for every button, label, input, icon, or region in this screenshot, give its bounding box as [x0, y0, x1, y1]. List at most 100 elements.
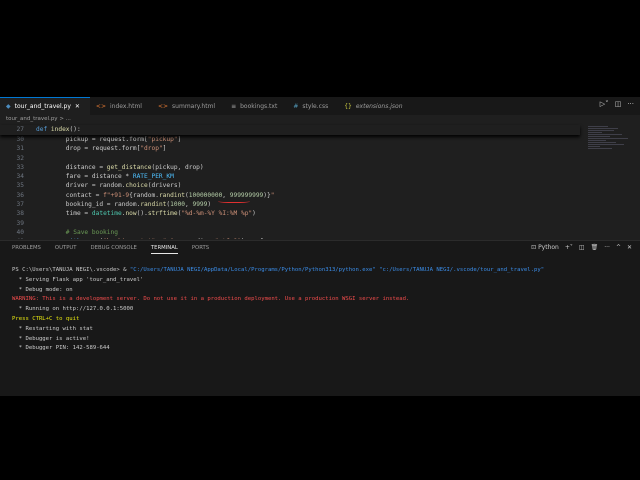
code-token: time = — [36, 210, 92, 218]
tab-extensions-json[interactable]: {} extensions.json — [338, 97, 412, 115]
trash-icon[interactable]: 🗑 — [591, 244, 599, 251]
code-token: ) as f: — [241, 237, 267, 239]
code-token: " — [270, 191, 275, 199]
code-token: 1000 — [170, 201, 186, 209]
code-token: drop = request.form[ — [36, 145, 141, 153]
code-token: randint — [140, 201, 167, 209]
code-token: fare = distance * — [36, 173, 133, 181]
more-icon[interactable]: ··· — [627, 100, 634, 108]
code-line: 37 booking_id = random. randint(1000, 999… — [0, 200, 580, 209]
code-token: distance = — [36, 163, 107, 171]
text-file-icon: ≡ — [231, 102, 237, 110]
terminal-line: * Serving Flask app 'tour_and_travel' — [12, 276, 544, 286]
code-token: pickup = request.form[ — [36, 136, 148, 143]
terminal-text: * Serving Flask app 'tour_and_travel' — [12, 276, 144, 283]
more-icon[interactable]: ··· — [604, 244, 610, 251]
split-terminal-icon[interactable]: ◫ — [579, 244, 585, 251]
code-token: 9999 — [192, 201, 208, 209]
terminal-text: PS C:\Users\TANUJA NEGI\.vscode> & — [12, 267, 130, 273]
terminal-text: * Debugger PIN: 142-589-644 — [12, 345, 110, 352]
split-editor-icon[interactable]: ◫ — [615, 100, 622, 108]
tab-label: tour_and_travel.py — [14, 103, 71, 110]
panel-tab-terminal[interactable]: TERMINAL — [150, 245, 178, 254]
code-line: 34 fare = distance * RATE_PER_KM — [0, 172, 580, 181]
terminal-profile-label: Python — [538, 244, 559, 251]
breadcrumb[interactable]: tour_and_travel.py > ... — [6, 116, 71, 122]
code-token: "%d-%m-%Y %I:%M %p" — [181, 210, 253, 218]
panel-tabs: PROBLEMS OUTPUT DEBUG CONSOLE TERMINAL PORTS — [12, 245, 209, 254]
line-number: 35 — [16, 182, 24, 190]
tab-bookings-txt[interactable]: ≡ bookings.txt — [225, 97, 287, 115]
terminal-text: * Restarting with stat — [12, 325, 93, 332]
line-number: 34 — [16, 173, 24, 181]
code-token: , — [155, 237, 162, 239]
css-icon: # — [293, 102, 299, 110]
terminal-line: * Debugger PIN: 142-589-644 — [12, 344, 544, 354]
python-icon: ◆ — [6, 103, 11, 110]
tab-index-html[interactable]: <> index.html — [90, 97, 152, 115]
code-token: "pickup" — [147, 136, 178, 143]
terminal-profile[interactable]: ⊡ Python — [531, 244, 559, 251]
red-underline-annotation — [218, 199, 250, 203]
code-token: ) — [207, 201, 212, 209]
code-token: ) — [252, 210, 256, 218]
keyword: def — [36, 126, 51, 133]
code-token: {random. — [129, 191, 159, 199]
line-number: 36 — [16, 191, 24, 199]
tab-summary-html[interactable]: <> summary.html — [152, 97, 225, 115]
tab-label: summary.html — [172, 102, 216, 110]
code-token: datetime — [91, 210, 122, 218]
line-number: 32 — [16, 154, 24, 162]
panel-tab-debug-console[interactable]: DEBUG CONSOLE — [91, 245, 137, 254]
editor-tabs: ◆ tour_and_travel.py ✕ <> index.html <> summar… — [0, 97, 640, 115]
panel-tab-output[interactable]: OUTPUT — [55, 245, 77, 254]
terminal-line: * Debug mode: on — [12, 286, 544, 296]
code-line: 41 with open("bookings.txt", "a", encodi… — [0, 237, 580, 239]
code-text: (): — [69, 126, 81, 133]
maximize-icon[interactable]: ^ — [616, 244, 621, 251]
code-token: # Save booking — [36, 228, 118, 236]
tab-label: style.css — [302, 102, 329, 110]
code-line: 31 drop = request.form["drop"] — [0, 144, 580, 153]
code-token: "a" — [163, 237, 174, 239]
terminal-line: PS C:\Users\TANUJA NEGI\.vscode> & "C:/U… — [12, 266, 544, 276]
terminal-output[interactable]: PS C:\Users\TANUJA NEGI\.vscode> & "C:/U… — [12, 266, 544, 354]
code-line: 39 — [0, 219, 580, 228]
panel-tab-ports[interactable]: PORTS — [192, 245, 209, 254]
code-line: 33 distance = get_distance (pickup, drop) — [0, 163, 580, 172]
line-number: 40 — [16, 228, 24, 236]
terminal-line: * Running on http://127.0.0.1:5000 — [12, 305, 544, 315]
code-token: randint — [158, 191, 186, 199]
run-icon[interactable]: ▷˅ — [600, 100, 609, 108]
code-line: 32 — [0, 154, 580, 163]
code-token: (drivers) — [147, 182, 182, 190]
code-token: driver = random. — [36, 182, 126, 190]
tab-tour-and-travel-py[interactable]: ◆ tour_and_travel.py ✕ — [0, 97, 90, 115]
line-number: 41 — [0, 237, 36, 239]
code-line: 30 pickup = request.form["pickup"] — [0, 135, 580, 144]
code-token: , — [185, 201, 193, 209]
code-token: RATE_PER_KM — [132, 173, 174, 181]
close-icon[interactable]: ✕ — [627, 244, 632, 251]
code-line: 38 time = datetime. now (). strftime("%d-%m… — [0, 209, 580, 218]
code-token: "utf-8" — [215, 237, 241, 239]
terminal-text: * Debug mode: on — [12, 286, 73, 293]
code-token: )} — [263, 191, 271, 199]
sticky-scroll[interactable]: 27 def index (): — [0, 125, 580, 135]
code-token: "drop" — [140, 145, 163, 153]
panel-actions: ⊡ Python +˅ ◫ 🗑 ··· ^ ✕ — [531, 244, 632, 251]
line-number: 33 — [16, 163, 24, 171]
code-token: ] — [177, 136, 182, 143]
panel-tab-problems[interactable]: PROBLEMS — [12, 245, 41, 254]
tab-style-css[interactable]: # style.css — [287, 97, 338, 115]
terminal-text: * Debugger is active! — [12, 335, 90, 342]
minimap[interactable] — [588, 125, 638, 185]
code-token: with — [36, 237, 84, 239]
terminal-line: * Debugger is active! — [12, 335, 544, 345]
new-terminal-icon[interactable]: +˅ — [565, 244, 573, 251]
vscode-window: ◆ tour_and_travel.py ✕ <> index.html <> summar… — [0, 97, 640, 396]
code-editor[interactable]: 30 pickup = request.form["pickup"] 31 dro… — [0, 135, 580, 239]
tab-label: extensions.json — [355, 102, 403, 110]
terminal-line: * Restarting with stat — [12, 325, 544, 335]
close-tab-icon[interactable]: ✕ — [75, 103, 80, 110]
